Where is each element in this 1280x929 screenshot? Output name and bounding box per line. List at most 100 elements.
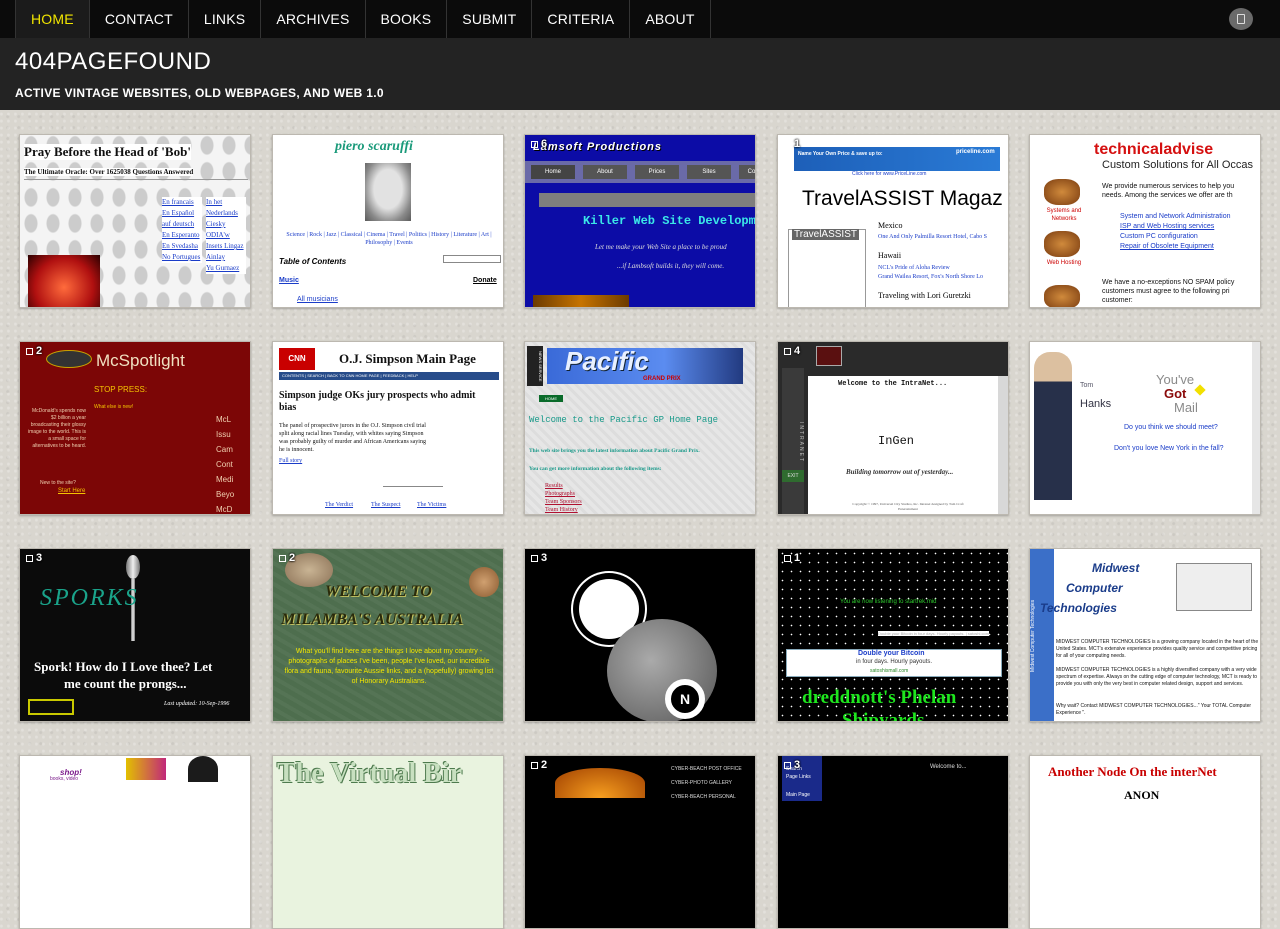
- article-link[interactable]: NCL's Pride of Aloha Review: [878, 265, 950, 271]
- item-link[interactable]: Photographs: [545, 490, 582, 498]
- item-link[interactable]: Team Sponsors: [545, 498, 582, 506]
- site-thumbnail-technicaladvise[interactable]: technicaladvise Custom Solutions for All…: [1029, 134, 1261, 308]
- home-button[interactable]: HOME: [539, 395, 563, 402]
- nav-home[interactable]: HOME: [15, 0, 90, 38]
- tile-title: InGen: [878, 434, 915, 448]
- menu-button[interactable]: Cont: [739, 165, 755, 179]
- item-link[interactable]: Results: [545, 482, 582, 490]
- site-thumbnail-mcspotlight[interactable]: 2 McSpotlight STOP PRESS: What else is n…: [19, 341, 251, 515]
- news-service-tab[interactable]: NEWS SERVICE: [527, 346, 543, 386]
- site-thumbnail-sporks[interactable]: 3 SPORKS Spork! How do I Love thee? Let …: [19, 548, 251, 722]
- scrollbar[interactable]: [998, 376, 1008, 514]
- beach-link[interactable]: CYBER-PHOTO GALLERY: [671, 780, 732, 786]
- language-link[interactable]: Insets Lingaz: [206, 241, 246, 252]
- site-thumbnail-pacific-gp[interactable]: NEWS SERVICE Pacific GRAND PRIX HOME Wel…: [524, 341, 756, 515]
- banner-link[interactable]: Click here for www.PriceLine.com: [852, 171, 926, 177]
- site-thumbnail-scaruffi[interactable]: piero scaruffi Science | Rock | Jazz | C…: [272, 134, 504, 308]
- menu-button[interactable]: About: [583, 165, 627, 179]
- nav-criteria[interactable]: CRITERIA: [532, 0, 631, 38]
- site-thumbnail-ingen[interactable]: 4 INTRANET EXIT Welcome to the IntraNet.…: [777, 341, 1009, 515]
- side-link[interactable]: Web Hosting: [1040, 259, 1088, 267]
- language-link[interactable]: ODIA'w: [206, 230, 246, 241]
- ad-url[interactable]: satoshismall.com: [870, 668, 908, 674]
- site-thumbnail-virtual-bird[interactable]: The Virtual Bir: [272, 755, 504, 929]
- beach-link[interactable]: CYBER-BEACH POST OFFICE: [671, 766, 742, 772]
- site-title[interactable]: 404PAGEFOUND: [15, 48, 211, 76]
- shop-subtitle: books, video: [50, 776, 79, 782]
- site-thumbnail-anon[interactable]: Another Node On the interNet ANON: [1029, 755, 1261, 929]
- language-link[interactable]: No Portugues: [162, 252, 202, 263]
- section-link[interactable]: The Verdict: [325, 502, 353, 508]
- music-link[interactable]: Music: [279, 277, 299, 284]
- site-thumbnail-welcome-portal[interactable]: 3 Search Page Links Main Page Welcome to…: [777, 755, 1009, 929]
- language-link[interactable]: En Esperanto: [162, 230, 202, 241]
- article-link[interactable]: Grand Wailea Resort, Fox's North Shore L…: [878, 274, 983, 280]
- body-text: McDonald's spends now $2 billion a year …: [28, 408, 86, 449]
- language-link[interactable]: En francais: [162, 197, 202, 208]
- site-thumbnail-cyber-beach[interactable]: 2 CYBER-BEACH POST OFFICE CYBER-PHOTO GA…: [524, 755, 756, 929]
- start-link[interactable]: Start Here: [58, 488, 85, 494]
- nav-about[interactable]: ABOUT: [630, 0, 711, 38]
- nav-links[interactable]: LINKS: [189, 0, 262, 38]
- right-link[interactable]: McL: [216, 412, 234, 427]
- site-thumbnail-travelassist[interactable]: 1 Name Your Own Price & save up to: pric…: [777, 134, 1009, 308]
- menu-button[interactable]: Prices: [635, 165, 679, 179]
- site-thumbnail-midwest-computer[interactable]: Midwest Computer Technologies Midwest Co…: [1029, 548, 1261, 722]
- side-link[interactable]: Main Page: [786, 792, 810, 798]
- donate-link[interactable]: Donate: [473, 277, 497, 284]
- side-link[interactable]: Page Links: [786, 774, 811, 780]
- site-thumbnail-dark-logo[interactable]: 3 N: [524, 548, 756, 722]
- language-link[interactable]: En Svedasha: [162, 241, 202, 252]
- service-link[interactable]: System and Network Administration: [1120, 213, 1231, 220]
- beach-link[interactable]: CYBER-BEACH PERSONAL: [671, 794, 736, 800]
- full-story-link[interactable]: Full story: [279, 458, 302, 464]
- exit-button[interactable]: EXIT: [782, 470, 804, 482]
- musicians-link[interactable]: All musicians: [297, 296, 338, 303]
- nav-archives[interactable]: ARCHIVES: [261, 0, 366, 38]
- site-nav-links[interactable]: Science | Rock | Jazz | Classical | Cine…: [281, 231, 497, 247]
- ad-title[interactable]: Double your Bitcoin: [858, 650, 925, 657]
- site-thumbnail-milamba[interactable]: 2 WELCOME TO MILAMBA'S AUSTRALIA What yo…: [272, 548, 504, 722]
- computer-icon: [1176, 563, 1252, 611]
- search-box[interactable]: [443, 255, 501, 263]
- language-link[interactable]: Yu Gurnaez: [206, 263, 246, 274]
- scrollbar[interactable]: [1252, 342, 1260, 514]
- nav-contact[interactable]: CONTACT: [90, 0, 189, 38]
- right-link[interactable]: Issu: [216, 427, 234, 442]
- site-thumbnail-lamsoft[interactable]: 6 Lamsoft Productions Home About Prices …: [524, 134, 756, 308]
- search-button[interactable]: [1229, 8, 1253, 30]
- ad-strip[interactable]: Double your Bitcoin in four days. Hourly…: [878, 631, 990, 636]
- item-link[interactable]: Team History: [545, 506, 582, 514]
- site-thumbnail-bob[interactable]: Pray Before the Head of 'Bob' The Ultima…: [19, 134, 251, 308]
- section-link[interactable]: The Suspect: [371, 502, 401, 508]
- right-link[interactable]: Beyo: [216, 487, 234, 502]
- language-link[interactable]: auf deutsch: [162, 219, 202, 230]
- right-link[interactable]: McD: [216, 502, 234, 514]
- question-link[interactable]: Don't you love New York in the fall?: [1114, 445, 1224, 452]
- service-link[interactable]: Custom PC configuration: [1120, 233, 1198, 240]
- menu-button[interactable]: Home: [531, 165, 575, 179]
- ad-text: in four days. Hourly payouts.: [856, 659, 933, 665]
- language-link[interactable]: Ainlay: [206, 252, 246, 263]
- nav-books[interactable]: BOOKS: [366, 0, 448, 38]
- service-link[interactable]: ISP and Web Hosting services: [1120, 223, 1214, 230]
- site-thumbnail-shop[interactable]: shop! books, video: [19, 755, 251, 929]
- language-link[interactable]: In het Nederlands: [206, 197, 246, 219]
- site-thumbnail-youve-got-mail[interactable]: Tom Hanks You've Got Mail Do you think w…: [1029, 341, 1261, 515]
- language-link[interactable]: En Español: [162, 208, 202, 219]
- side-link[interactable]: Systems and Networks: [1040, 207, 1088, 223]
- news-link[interactable]: What else is new!: [94, 404, 133, 410]
- section-link[interactable]: The Victims: [417, 502, 446, 508]
- language-link[interactable]: Ciesky: [206, 219, 246, 230]
- service-link[interactable]: Repair of Obsolete Equipment: [1120, 243, 1214, 250]
- right-link[interactable]: Cam: [216, 442, 234, 457]
- question-link[interactable]: Do you think we should meet?: [1124, 424, 1218, 431]
- site-thumbnail-dreddnott[interactable]: 1 You are now listening to startrek.mid …: [777, 548, 1009, 722]
- article-link[interactable]: One And Only Palmilla Resort Hotel, Cabo…: [878, 234, 987, 240]
- menu-button[interactable]: Sites: [687, 165, 731, 179]
- right-link[interactable]: Cont: [216, 457, 234, 472]
- cnn-toolbar[interactable]: CONTENTS | SEARCH | BACK TO CNN HOME PAG…: [279, 372, 499, 380]
- right-link[interactable]: Medi: [216, 472, 234, 487]
- nav-submit[interactable]: SUBMIT: [447, 0, 533, 38]
- site-thumbnail-oj-simpson[interactable]: CNN O.J. Simpson Main Page CONTENTS | SE…: [272, 341, 504, 515]
